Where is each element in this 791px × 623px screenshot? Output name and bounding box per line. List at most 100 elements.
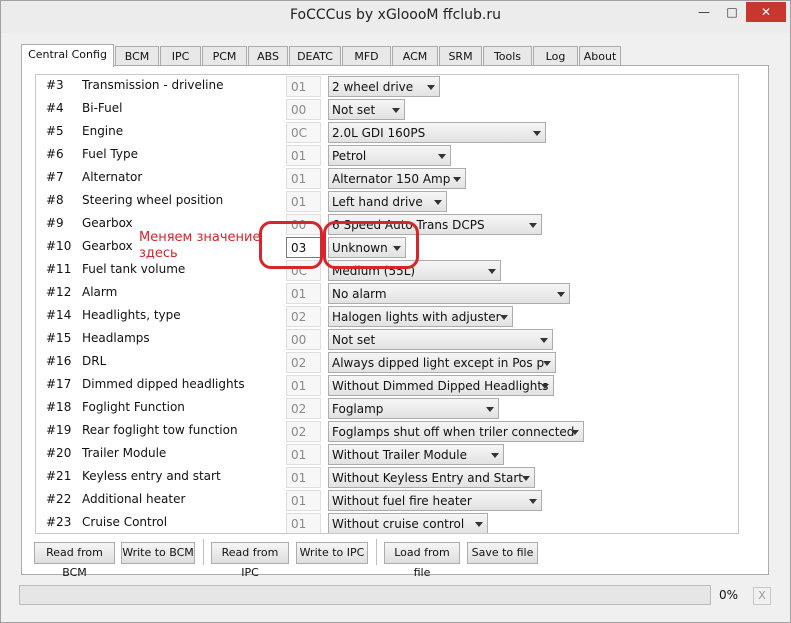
hex-value-field[interactable]: 01 (286, 191, 321, 212)
tab-srm[interactable]: SRM (439, 46, 482, 66)
row-name: Rear foglight tow function (82, 423, 238, 437)
row-name: Gearbox (82, 216, 133, 230)
hex-value-field[interactable]: 01 (286, 467, 321, 488)
value-dropdown[interactable]: Not set (328, 99, 405, 120)
row-name: Bi-Fuel (82, 101, 123, 115)
minimize-button[interactable]: — (691, 2, 717, 22)
value-dropdown[interactable]: Without cruise control (328, 513, 488, 533)
tab-mfd[interactable]: MFD (342, 46, 391, 66)
value-dropdown[interactable]: Without Trailer Module (328, 444, 504, 465)
row-name: Alarm (82, 285, 118, 299)
value-dropdown[interactable]: Foglamp (328, 398, 499, 419)
chevron-down-icon (529, 499, 537, 504)
value-dropdown[interactable]: Without Dimmed Dipped Headlights (328, 375, 554, 396)
row-number: #16 (46, 354, 72, 368)
chevron-down-icon (453, 177, 461, 182)
hex-value-field[interactable]: 01 (286, 283, 321, 304)
config-row: #6 Fuel Type 01 Petrol (36, 144, 736, 167)
config-row: #23 Cruise Control 01 Without cruise contro… (36, 512, 736, 533)
hex-value-field[interactable]: 01 (286, 513, 321, 533)
tab-tools[interactable]: Tools (483, 46, 532, 66)
row-name: Additional heater (82, 492, 186, 506)
config-row: #5 Engine 0C 2.0L GDI 160PS (36, 121, 736, 144)
hex-value-field[interactable]: 02 (286, 306, 321, 327)
tab-log[interactable]: Log (533, 46, 578, 66)
write-to-ipc-button[interactable]: Write to IPC (296, 542, 368, 564)
load-from-file-button[interactable]: Load from file (384, 542, 460, 579)
dropdown-selected-value: Without Keyless Entry and Start (332, 471, 523, 485)
hex-value-field[interactable]: 00 (286, 329, 321, 350)
tab-central-config[interactable]: Central Config (21, 44, 114, 67)
value-dropdown[interactable]: Always dipped light except in Pos p (328, 352, 556, 373)
chevron-down-icon (543, 361, 551, 366)
read-from-bcm-button[interactable]: Read from BCM (34, 542, 115, 579)
row-name: DRL (82, 354, 107, 368)
row-number: #9 (46, 216, 64, 230)
hex-value-field[interactable]: 00 (286, 99, 321, 120)
dropdown-selected-value: Halogen lights with adjuster (332, 310, 501, 324)
read-from-ipc-button[interactable]: Read from IPC (211, 542, 289, 579)
config-row: #20 Trailer Module 01 Without Trailer Modul… (36, 443, 736, 466)
value-dropdown[interactable]: Left hand drive (328, 191, 447, 212)
value-dropdown[interactable]: 2 wheel drive (328, 76, 440, 97)
value-dropdown[interactable]: Without Keyless Entry and Start (328, 467, 535, 488)
chevron-down-icon (541, 384, 549, 389)
row-name: Alternator (82, 170, 143, 184)
tab-bcm[interactable]: BCM (115, 46, 159, 66)
close-button[interactable]: ✕ (746, 2, 786, 22)
config-row: #14 Headlights, type 02 Halogen lights with… (36, 305, 736, 328)
hex-value-field[interactable]: 01 (286, 375, 321, 396)
row-number: #7 (46, 170, 64, 184)
value-dropdown[interactable]: Petrol (328, 145, 451, 166)
chevron-down-icon (392, 108, 400, 113)
hex-value-field[interactable]: 01 (286, 76, 321, 97)
row-name: Engine (82, 124, 124, 138)
row-name: Foglight Function (82, 400, 185, 414)
save-to-file-button[interactable]: Save to file (467, 542, 538, 564)
tab-acm[interactable]: ACM (392, 46, 438, 66)
hex-value-field[interactable]: 01 (286, 145, 321, 166)
maximize-button[interactable]: □ (719, 2, 745, 22)
chevron-down-icon (427, 85, 435, 90)
main-window: FoCCCus by xGloooM ffclub.ru — □ ✕ Centr… (0, 0, 791, 623)
hex-value-field[interactable]: 01 (286, 168, 321, 189)
hex-value-field[interactable]: 0C (286, 122, 321, 143)
cancel-button[interactable]: X (753, 587, 771, 605)
row-name: Steering wheel position (82, 193, 224, 207)
progress-bar (19, 585, 711, 605)
dropdown-selected-value: Left hand drive (332, 195, 423, 209)
hex-value-field[interactable]: 01 (286, 490, 321, 511)
value-dropdown[interactable]: Alternator 150 Amp (328, 168, 466, 189)
value-dropdown[interactable]: Without fuel fire heater (328, 490, 542, 511)
vertical-scrollbar[interactable]: ▲ ▼ (738, 75, 739, 533)
value-dropdown[interactable]: Foglamps shut off when triler connected (328, 421, 584, 442)
dropdown-selected-value: Always dipped light except in Pos p (332, 356, 545, 370)
dropdown-selected-value: Without fuel fire heater (332, 494, 472, 508)
chevron-down-icon (529, 223, 537, 228)
hex-value-field[interactable]: 02 (286, 421, 321, 442)
tab-pcm[interactable]: PCM (202, 46, 247, 66)
chevron-down-icon (540, 338, 548, 343)
hex-value-field[interactable]: 02 (286, 398, 321, 419)
hex-value-field[interactable]: 01 (286, 444, 321, 465)
dropdown-selected-value: No alarm (332, 287, 387, 301)
config-row: #17 Dimmed dipped headlights 01 Without Dim… (36, 374, 736, 397)
title-bar: FoCCCus by xGloooM ffclub.ru — □ ✕ (1, 1, 790, 33)
row-number: #19 (46, 423, 72, 437)
dropdown-selected-value: Without Dimmed Dipped Headlights (332, 379, 549, 393)
row-number: #6 (46, 147, 64, 161)
value-dropdown[interactable]: 2.0L GDI 160PS (328, 122, 546, 143)
hex-value-field[interactable]: 02 (286, 352, 321, 373)
value-dropdown[interactable]: Not set (328, 329, 553, 350)
annotation-circle (259, 221, 323, 269)
write-to-bcm-button[interactable]: Write to BCM (121, 542, 195, 564)
row-number: #22 (46, 492, 72, 506)
tab-deatc[interactable]: DEATC (289, 46, 341, 66)
tab-ipc[interactable]: IPC (160, 46, 201, 66)
tab-about[interactable]: About (579, 46, 621, 66)
row-number: #4 (46, 101, 64, 115)
value-dropdown[interactable]: No alarm (328, 283, 570, 304)
tab-abs[interactable]: ABS (248, 46, 288, 66)
config-row: #3 Transmission - driveline 01 2 wheel driv… (36, 75, 736, 98)
value-dropdown[interactable]: Halogen lights with adjuster (328, 306, 513, 327)
